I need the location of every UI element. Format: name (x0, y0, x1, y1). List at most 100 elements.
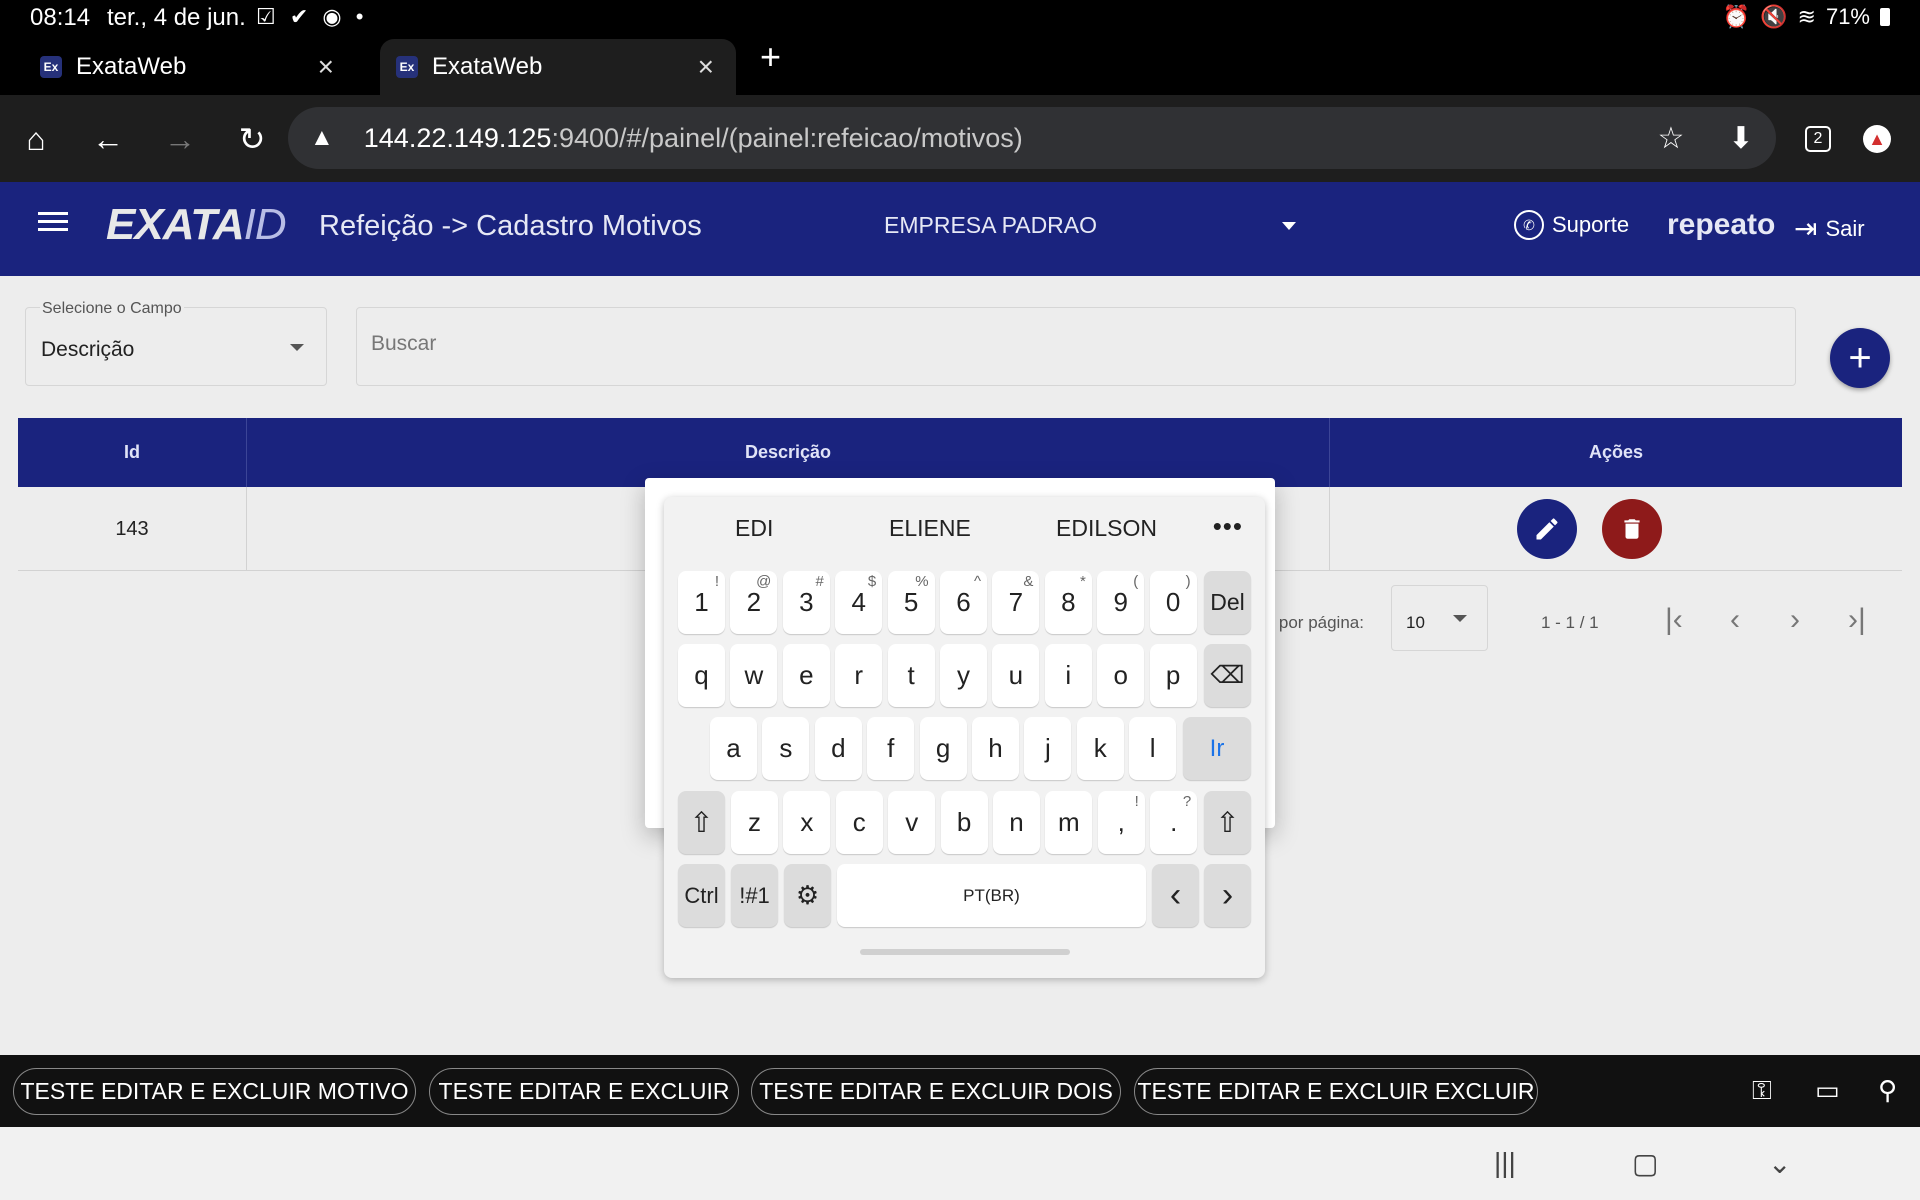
key-0-label: 0 (1165, 587, 1181, 617)
key-h[interactable]: h (972, 717, 1019, 780)
key-3[interactable]: 3 # (782, 571, 830, 634)
key-w[interactable]: w (730, 644, 778, 707)
key-7[interactable]: 7 & (992, 571, 1040, 634)
key-o[interactable]: o (1097, 644, 1145, 707)
chip-4[interactable]: TESTE EDITAR E EXCLUIR EXCLUIR (1134, 1068, 1538, 1115)
key-p[interactable]: p (1149, 644, 1197, 707)
key-r[interactable]: r (835, 644, 883, 707)
backspace-key[interactable]: ⌫ (1204, 644, 1251, 707)
key-5[interactable]: 5% (887, 571, 935, 634)
key-q-label: q (694, 660, 709, 690)
company-select[interactable]: EMPRESA PADRAO (884, 212, 1097, 239)
profile-icon[interactable]: ▲ (1853, 115, 1901, 163)
suggestion-3[interactable]: EDILSON (1056, 515, 1157, 542)
key-1[interactable]: 1! (678, 571, 725, 634)
key-k[interactable]: k (1076, 717, 1124, 780)
support-link[interactable]: ✆ Suporte (1514, 210, 1629, 240)
add-button[interactable]: + (1830, 328, 1890, 388)
menu-icon[interactable] (38, 212, 68, 236)
key-f[interactable]: f (867, 717, 915, 780)
period-key[interactable]: .? (1150, 791, 1198, 854)
suggestion-2[interactable]: ELIENE (889, 515, 971, 542)
hide-keyboard-icon[interactable]: ⌄ (1768, 1147, 1791, 1180)
keyboard-drag-handle[interactable] (860, 949, 1070, 955)
browser-tab-active[interactable]: Ex ExataWeb × (380, 39, 736, 95)
key-y[interactable]: y (940, 644, 987, 707)
key-d[interactable]: d (814, 717, 862, 780)
key-8[interactable]: 8 * (1044, 571, 1092, 634)
home-icon[interactable]: ⌂ (12, 115, 60, 163)
logout-button[interactable]: ⇥ Sair (1794, 212, 1865, 245)
download-icon[interactable]: ⬇ (1706, 121, 1776, 156)
url-text[interactable]: 144.22.149.125:9400/#/painel/(painel:ref… (364, 123, 1636, 154)
shift-right-key[interactable]: ⇧ (1204, 791, 1251, 854)
key-a[interactable]: a (710, 717, 757, 780)
location-icon[interactable]: ⚲ (1878, 1075, 1897, 1106)
home-button-icon[interactable]: ▢ (1632, 1147, 1658, 1180)
last-page-icon[interactable]: ›| (1848, 603, 1866, 637)
cursor-right-key[interactable]: › (1204, 864, 1251, 927)
chip-3[interactable]: TESTE EDITAR E EXCLUIR DOIS (751, 1068, 1121, 1115)
bookmark-star-icon[interactable]: ☆ (1636, 121, 1706, 156)
forward-icon[interactable]: → (156, 115, 204, 163)
key-0[interactable]: 0) (1149, 571, 1197, 634)
key-q[interactable]: q (678, 644, 725, 707)
key-c[interactable]: c (835, 791, 883, 854)
comma-key[interactable]: ,! (1097, 791, 1145, 854)
suggestion-1[interactable]: EDI (735, 515, 773, 542)
ctrl-key[interactable]: Ctrl (678, 864, 725, 927)
chevron-down-icon[interactable] (1282, 222, 1296, 230)
key-j[interactable]: j (1024, 717, 1072, 780)
close-tab-icon[interactable]: × (698, 51, 714, 83)
key-x[interactable]: x (783, 791, 831, 854)
card-icon[interactable]: ▭ (1815, 1075, 1840, 1106)
key-t[interactable]: t (887, 644, 935, 707)
key-2[interactable]: 2 @ (730, 571, 778, 634)
browser-tab[interactable]: Ex ExataWeb × (0, 39, 356, 95)
key-l[interactable]: l (1129, 717, 1177, 780)
chip-2[interactable]: TESTE EDITAR E EXCLUIR (429, 1068, 739, 1115)
cursor-left-key[interactable]: ‹ (1152, 864, 1199, 927)
field-select[interactable]: Selecione o Campo Descrição (25, 300, 327, 386)
tab-switcher-button[interactable]: 2 (1794, 115, 1842, 163)
space-key[interactable]: PT(BR) (837, 864, 1146, 927)
key-g[interactable]: g (919, 717, 967, 780)
edit-button[interactable] (1517, 499, 1577, 559)
key-i[interactable]: i (1044, 644, 1092, 707)
previous-page-icon[interactable]: ‹ (1730, 603, 1740, 637)
key-icon[interactable]: ⚿ (1752, 1075, 1772, 1107)
recent-apps-icon[interactable]: ||| (1494, 1147, 1516, 1179)
close-tab-icon[interactable]: × (318, 51, 334, 83)
del-key[interactable]: Del (1204, 571, 1251, 634)
more-options-icon[interactable]: ••• (1213, 511, 1243, 542)
key-b[interactable]: b (940, 791, 988, 854)
reload-icon[interactable]: ↻ (228, 115, 276, 163)
key-9[interactable]: 9( (1097, 571, 1145, 634)
next-page-icon[interactable]: › (1790, 603, 1800, 637)
go-key[interactable]: Ir (1183, 717, 1251, 780)
key-s[interactable]: s (762, 717, 810, 780)
key-6[interactable]: 6 ^ (940, 571, 987, 634)
first-page-icon[interactable]: |‹ (1665, 603, 1683, 637)
symbols-key[interactable]: !#1 (731, 864, 778, 927)
search-field[interactable] (356, 307, 1796, 386)
url-bar[interactable]: ▲ 144.22.149.125:9400/#/painel/(painel:r… (288, 107, 1776, 169)
key-e[interactable]: e (782, 644, 830, 707)
per-page-select[interactable]: 10 (1391, 585, 1488, 651)
chip-1[interactable]: TESTE EDITAR E EXCLUIR MOTIVO (13, 1068, 416, 1115)
new-tab-icon[interactable]: + (760, 36, 781, 78)
back-icon[interactable]: ← (84, 115, 132, 163)
key-n[interactable]: n (993, 791, 1040, 854)
settings-key[interactable]: ⚙ (784, 864, 831, 927)
space-key-label: PT(BR) (963, 885, 1020, 905)
key-v[interactable]: v (888, 791, 936, 854)
not-secure-icon[interactable]: ▲ (310, 124, 334, 152)
key-4[interactable]: 4 $ (835, 571, 883, 634)
shift-left-key[interactable]: ⇧ (678, 791, 725, 854)
key-u[interactable]: u (992, 644, 1040, 707)
search-input[interactable] (371, 326, 1771, 362)
key-z[interactable]: z (731, 791, 778, 854)
delete-button[interactable] (1602, 499, 1662, 559)
wifi-icon: ≋ (1797, 4, 1816, 29)
key-m[interactable]: m (1045, 791, 1093, 854)
